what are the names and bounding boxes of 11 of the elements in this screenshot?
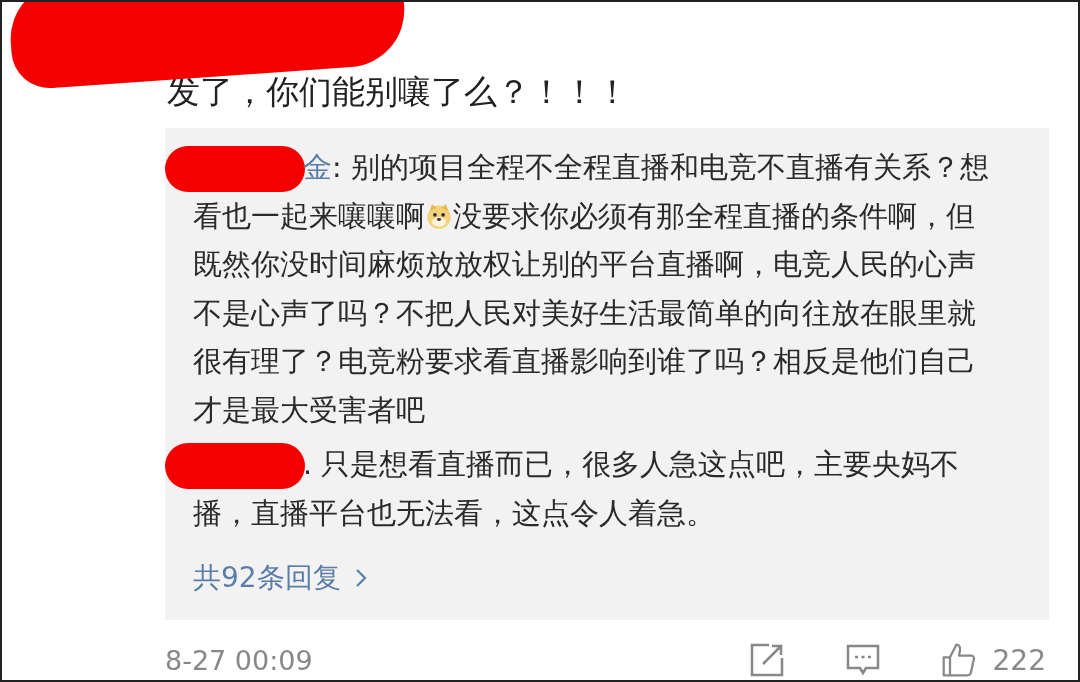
comment-text: 发了，你们能别嚷了么？！！！ xyxy=(167,71,630,113)
reply-text: . 只是想看直播而已，很多人急这点吧，主要央妈不播，直播平台也无法看，这点令人着急。 xyxy=(193,441,999,538)
comment-icon[interactable] xyxy=(844,642,881,678)
comment-time: 8-27 00:09 xyxy=(165,644,313,676)
thumbs-up-icon[interactable] xyxy=(940,642,977,678)
share-icon[interactable] xyxy=(748,642,785,678)
more-replies-link[interactable]: 共92条回复 xyxy=(193,556,367,600)
chevron-right-icon xyxy=(354,568,367,588)
like-count: 222 xyxy=(992,643,1046,677)
reply-text: 金: 别的项目全程不全程直播和电竞不直播有关系？想看也一起来嚷嚷啊 没要求你必须有那全程直播的条件啊，但既然你没时间麻烦放放权让别的平台直播啊，电竞人民的心声不是心声了吗？不把人民对美好生活最简单的向往放在眼里就很有理了？电竞粉要求看直播影响到谁了吗？相反是他们自己才是最大受害者吧 xyxy=(193,144,999,435)
reply-author[interactable]: 金 xyxy=(303,151,332,184)
